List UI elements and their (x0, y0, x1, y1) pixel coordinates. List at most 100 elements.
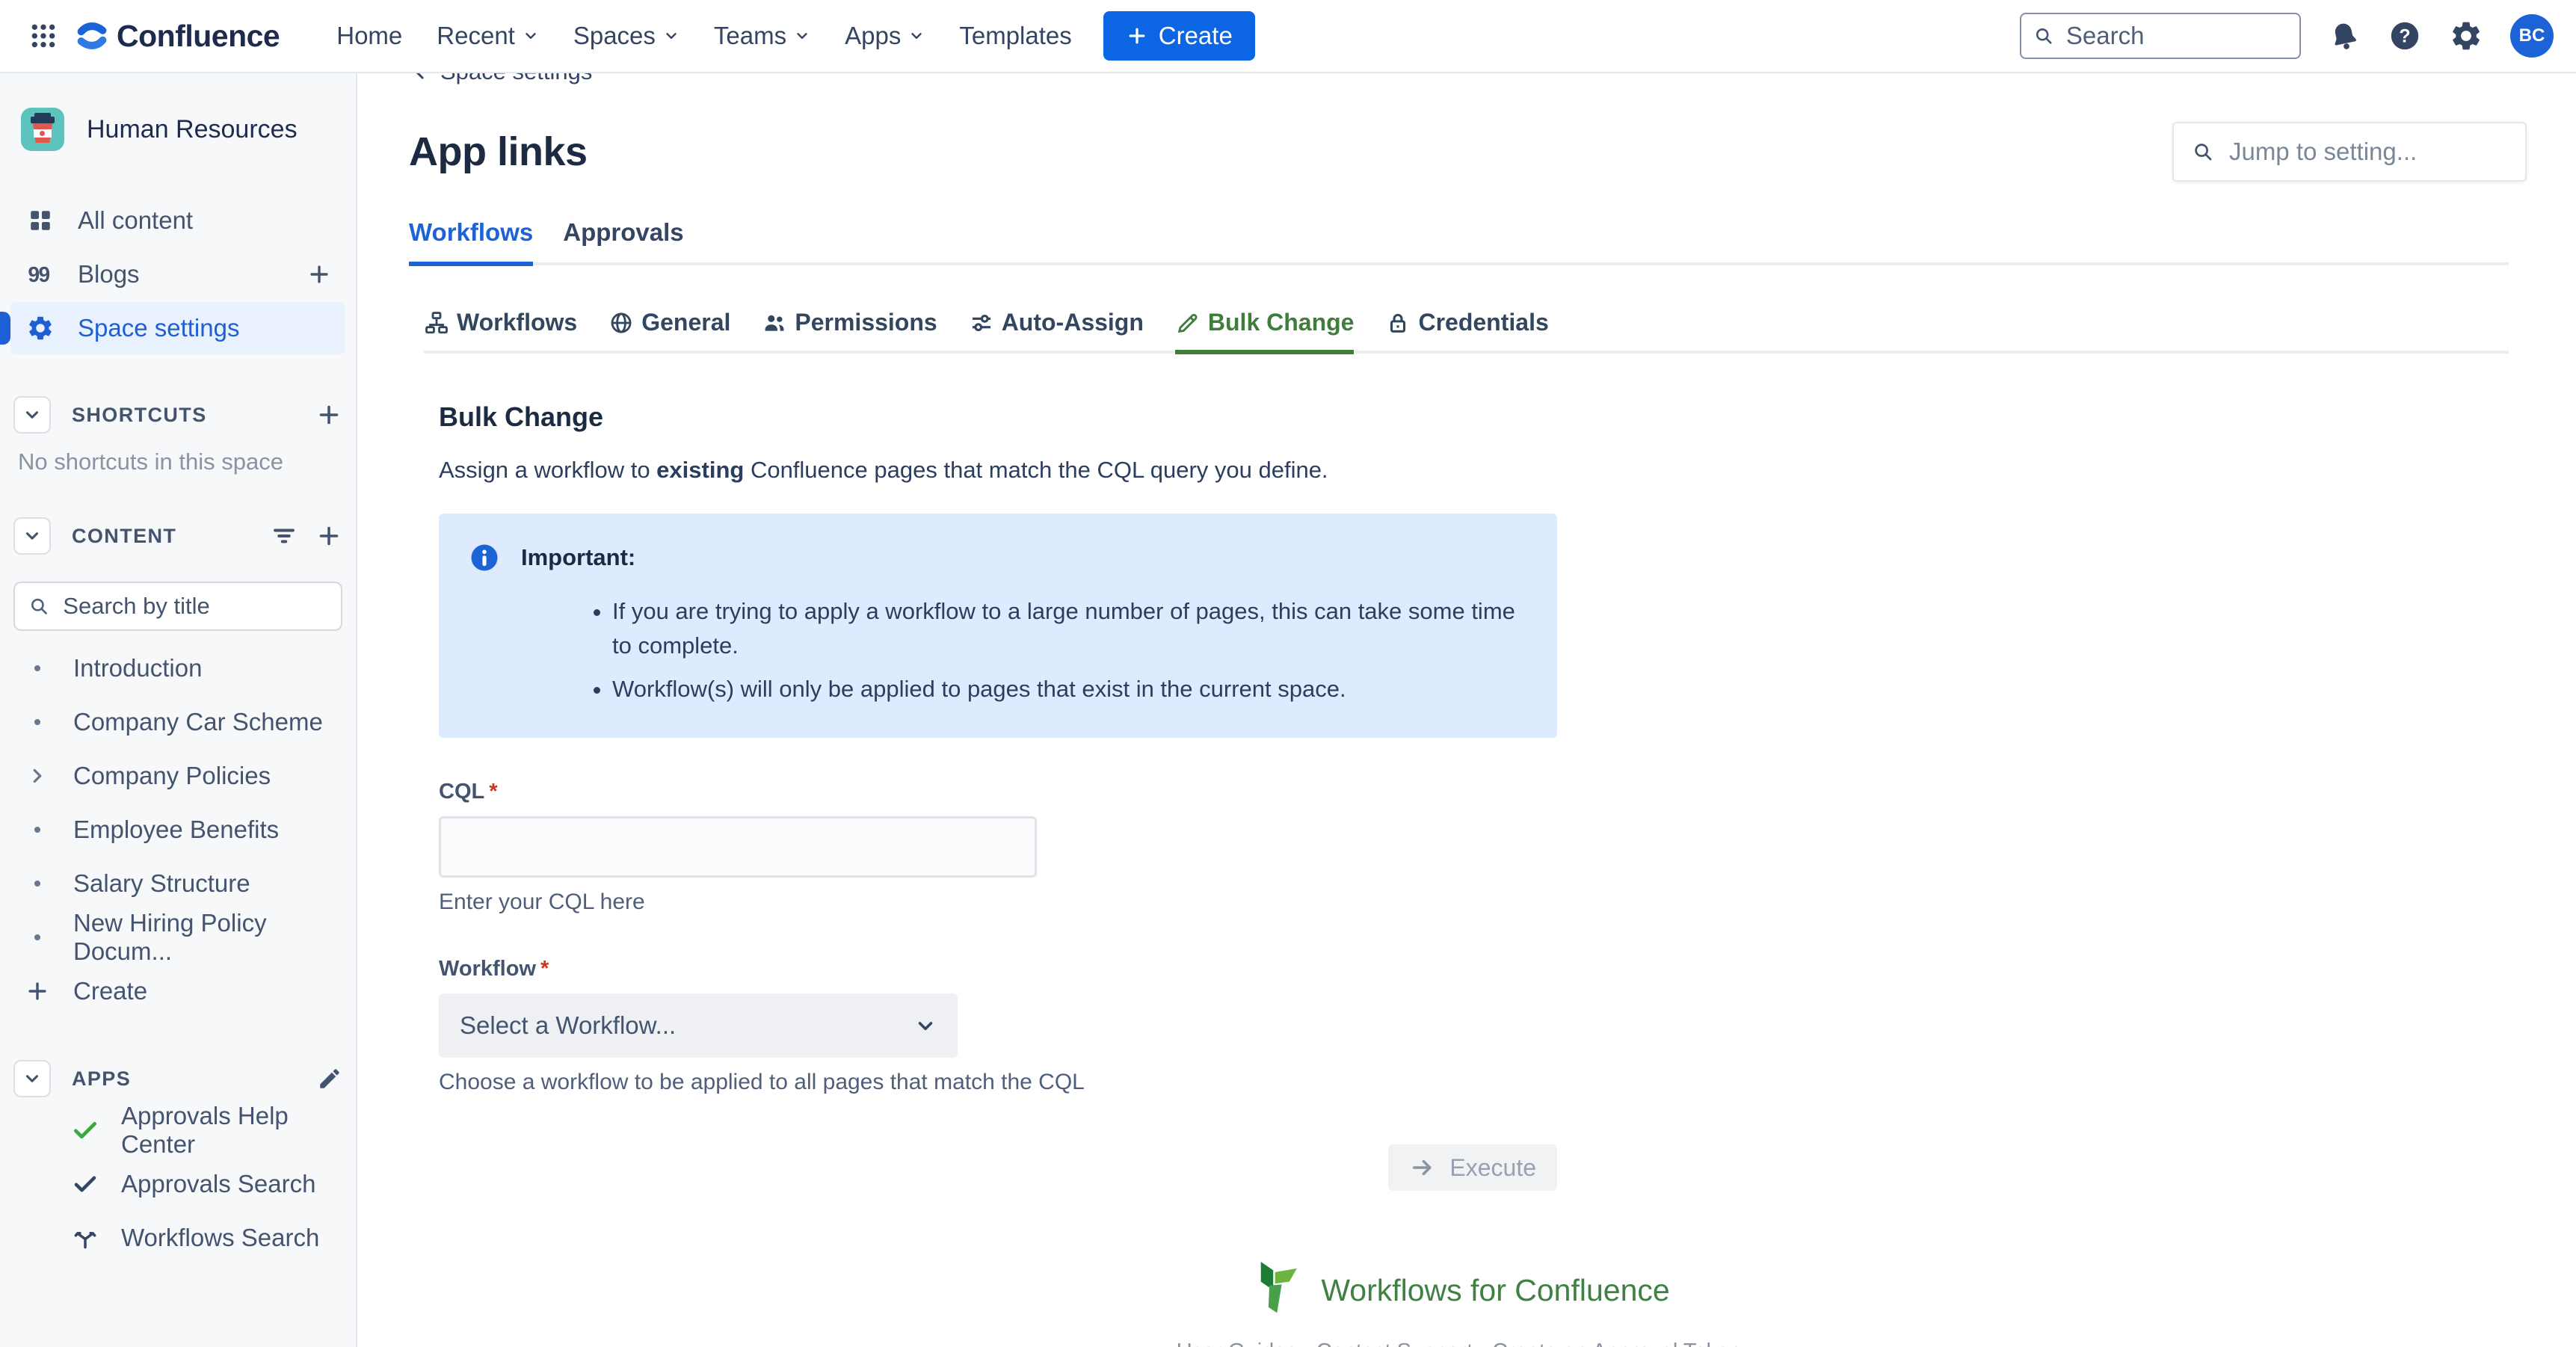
confluence-logo[interactable]: Confluence (75, 19, 280, 54)
page-item-employee-benefits[interactable]: Employee Benefits (10, 803, 345, 857)
people-icon (762, 310, 787, 336)
add-content-button[interactable] (315, 523, 342, 549)
selected-indicator (0, 312, 10, 345)
filter-icon (271, 523, 298, 549)
link-contact-support[interactable]: Contact Support (1316, 1340, 1473, 1347)
filter-content-button[interactable] (271, 523, 298, 549)
bullet-icon (21, 934, 54, 940)
chevron-down-icon (794, 28, 810, 44)
search-icon (2033, 24, 2054, 48)
add-blog-button[interactable] (306, 262, 332, 287)
brand-title: Workflows for Confluence (1321, 1273, 1669, 1308)
applinks-tabs: Workflows Approvals (409, 218, 2509, 265)
edit-apps-button[interactable] (317, 1066, 342, 1091)
chevron-right-icon[interactable] (21, 765, 54, 787)
nav-item-teams[interactable]: Teams (699, 10, 825, 62)
footer-links: User Guides - Contact Support - Create a… (409, 1340, 2509, 1347)
apps-header: APPS (10, 1054, 345, 1103)
settings-button[interactable] (2449, 19, 2483, 53)
space-header[interactable]: Human Resources (10, 108, 345, 151)
plus-icon (21, 978, 54, 1004)
plus-icon (315, 401, 342, 428)
cql-helper-text: Enter your CQL here (439, 890, 2509, 915)
link-user-guides[interactable]: User Guides (1177, 1340, 1297, 1347)
top-bar-right: ? BC (2020, 13, 2554, 59)
required-asterisk: * (489, 780, 497, 804)
app-item-approvals-search[interactable]: Approvals Search (10, 1157, 345, 1211)
workflow-branch-icon (69, 1224, 102, 1252)
pencil-icon (317, 1066, 342, 1091)
nav-item-apps[interactable]: Apps (830, 10, 940, 62)
collapse-content-button[interactable] (13, 517, 51, 555)
gear-icon (2449, 19, 2483, 53)
subtab-permissions[interactable]: Permissions (762, 309, 937, 354)
create-page-row[interactable]: Create (10, 964, 345, 1018)
cql-input[interactable] (439, 816, 1037, 878)
page-item-introduction[interactable]: Introduction (10, 641, 345, 695)
content-search[interactable] (13, 582, 342, 631)
content-section: CONTENT Introduction Company Car Scheme … (10, 511, 345, 1018)
nav-item-recent[interactable]: Recent (422, 10, 554, 62)
execute-row: Execute (439, 1144, 1557, 1191)
sidebar-item-space-settings[interactable]: Space settings (10, 302, 345, 354)
bulk-change-section: Bulk Change Assign a workflow to existin… (439, 401, 2509, 1191)
nav-item-spaces[interactable]: Spaces (558, 10, 694, 62)
app-item-workflows-search[interactable]: Workflows Search (10, 1211, 345, 1265)
subtab-general[interactable]: General (608, 309, 730, 354)
shortcuts-section: SHORTCUTS No shortcuts in this space (10, 390, 345, 475)
plus-icon (1126, 25, 1148, 47)
app-switcher-button[interactable] (22, 15, 64, 57)
workflow-select-value: Select a Workflow... (460, 1011, 676, 1040)
user-avatar[interactable]: BC (2510, 14, 2554, 58)
subtab-credentials[interactable]: Credentials (1385, 309, 1548, 354)
jump-to-setting-input[interactable] (2229, 138, 2507, 166)
page-item-salary-structure[interactable]: Salary Structure (10, 857, 345, 910)
content-header: CONTENT (10, 511, 345, 561)
check-icon (69, 1171, 102, 1197)
execute-button[interactable]: Execute (1388, 1144, 1557, 1191)
content-search-input[interactable] (63, 593, 327, 620)
tab-approvals[interactable]: Approvals (563, 218, 683, 266)
collapse-shortcuts-button[interactable] (13, 396, 51, 434)
apps-section: APPS Approvals Help Center Approvals Sea… (10, 1054, 345, 1265)
subtab-auto-assign[interactable]: Auto-Assign (969, 309, 1144, 354)
space-sidebar: Human Resources All content 99 Blogs Spa… (0, 73, 357, 1347)
subtab-bulk-change[interactable]: Bulk Change (1175, 309, 1355, 354)
notifications-button[interactable] (2328, 19, 2361, 52)
tab-workflows[interactable]: Workflows (409, 218, 533, 266)
workflow-select[interactable]: Select a Workflow... (439, 993, 958, 1058)
main-content: Space settings App links Workflows Appro… (359, 0, 2576, 1347)
help-button[interactable]: ? (2388, 19, 2422, 53)
page: { "header": { "logo_text": "Confluence",… (0, 0, 2576, 1347)
chevron-down-icon (523, 28, 539, 44)
sidebar-item-all-content[interactable]: All content (10, 194, 345, 247)
shortcuts-empty-text: No shortcuts in this space (10, 440, 345, 475)
page-item-company-policies[interactable]: Company Policies (10, 749, 345, 803)
brand-row: Workflows for Confluence (1248, 1260, 1669, 1321)
gear-icon (24, 314, 57, 342)
jump-to-setting-search[interactable] (2172, 122, 2527, 182)
link-separator: - (1297, 1340, 1316, 1347)
link-create-approval-token[interactable]: Create an Approval Token (1492, 1340, 1741, 1347)
create-button[interactable]: Create (1103, 11, 1255, 61)
app-item-approvals-help-center[interactable]: Approvals Help Center (10, 1103, 345, 1157)
nav-item-home[interactable]: Home (321, 10, 417, 62)
sidebar-item-blogs[interactable]: 99 Blogs (10, 248, 345, 300)
page-item-company-car-scheme[interactable]: Company Car Scheme (10, 695, 345, 749)
chevron-down-icon (22, 405, 42, 425)
search-icon (28, 594, 49, 618)
top-bar-left: Confluence Home Recent Spaces Teams Apps… (22, 10, 1255, 62)
grid-squares-icon (24, 207, 57, 234)
global-search-input[interactable] (2066, 22, 2287, 50)
bullet-icon (21, 881, 54, 887)
nav-item-templates[interactable]: Templates (944, 10, 1086, 62)
global-search[interactable] (2020, 13, 2301, 59)
blogs-quote-icon: 99 (24, 259, 57, 289)
subtab-workflows[interactable]: Workflows (424, 309, 577, 354)
bullet-icon (21, 665, 54, 671)
collapse-apps-button[interactable] (13, 1060, 51, 1097)
add-shortcut-button[interactable] (315, 401, 342, 428)
workflow-subtabs: Workflows General Permissions Auto-Assig… (424, 309, 2509, 354)
cql-label: CQL* (439, 780, 2509, 804)
page-item-new-hiring-policy[interactable]: New Hiring Policy Docum... (10, 910, 345, 964)
